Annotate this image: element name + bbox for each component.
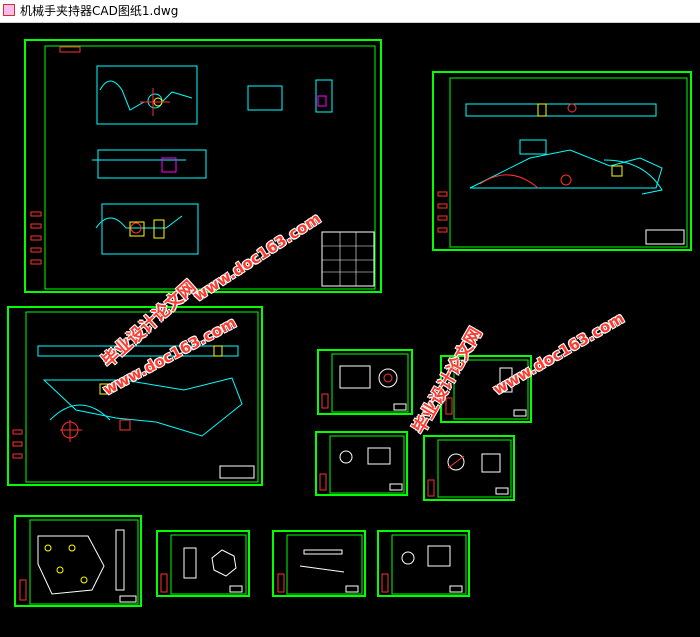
cad-canvas[interactable]: www.doc163.com 毕业设计论文网 www.doc163.com 毕业…	[0, 23, 700, 637]
dwg-file-icon	[3, 4, 15, 16]
sheet-part-small-3[interactable]	[315, 431, 408, 496]
window-title: 机械手夹持器CAD图纸1.dwg	[20, 4, 179, 18]
sheet-part-small-1[interactable]	[317, 349, 413, 415]
window-titlebar: 机械手夹持器CAD图纸1.dwg	[0, 0, 700, 23]
sheet-part-small-7[interactable]	[377, 530, 470, 597]
sheet-part-small-6[interactable]	[272, 530, 366, 597]
sheet-long-arm-part[interactable]	[432, 71, 692, 251]
sheet-part-small-5[interactable]	[156, 530, 250, 597]
sheet-plate-part[interactable]	[14, 515, 142, 607]
sheet-part-small-4[interactable]	[423, 435, 515, 501]
sheet-assembly-drawing[interactable]	[24, 39, 382, 293]
